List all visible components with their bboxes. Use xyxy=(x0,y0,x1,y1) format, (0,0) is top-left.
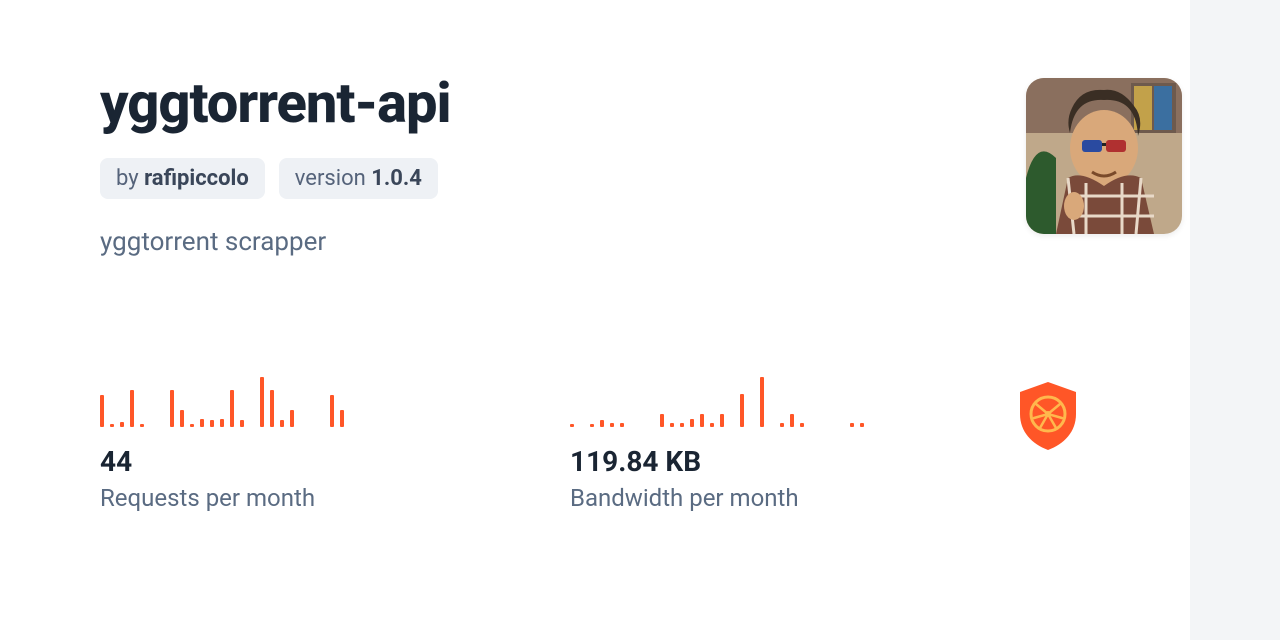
spark-bar xyxy=(210,420,214,427)
spark-bar xyxy=(330,395,334,427)
spark-bar xyxy=(600,420,604,427)
spark-bar xyxy=(670,423,674,427)
spark-bar xyxy=(230,390,234,427)
bandwidth-sparkline xyxy=(570,367,1000,427)
badge-row: by rafipiccolo version 1.0.4 xyxy=(100,158,1090,199)
package-title: yggtorrent-api xyxy=(100,70,1090,136)
spark-bar xyxy=(740,394,744,427)
spark-bar xyxy=(240,420,244,427)
spark-bar xyxy=(610,423,614,427)
spark-bar xyxy=(720,414,724,427)
spark-bar xyxy=(340,410,344,427)
spark-bar xyxy=(130,390,134,427)
spark-bar xyxy=(260,377,264,427)
stat-requests: 44 Requests per month xyxy=(100,367,530,512)
spark-bar xyxy=(200,419,204,427)
spark-bar xyxy=(270,390,274,427)
spark-bar xyxy=(100,395,104,427)
version-number: 1.0.4 xyxy=(371,166,422,191)
author-badge[interactable]: by rafipiccolo xyxy=(100,158,265,199)
spark-bar xyxy=(280,420,284,427)
spark-bar xyxy=(710,423,714,427)
spark-bar xyxy=(590,424,594,427)
spark-bar xyxy=(760,377,764,427)
requests-label: Requests per month xyxy=(100,484,530,512)
shield-icon xyxy=(1016,380,1080,452)
spark-bar xyxy=(780,423,784,427)
spark-bar xyxy=(690,419,694,427)
bandwidth-value: 119.84 KB xyxy=(570,445,1000,478)
author-name: rafipiccolo xyxy=(144,166,249,191)
requests-value: 44 xyxy=(100,445,530,478)
version-prefix: version xyxy=(295,166,372,191)
spark-bar xyxy=(110,424,114,427)
spark-bar xyxy=(140,424,144,427)
requests-sparkline xyxy=(100,367,530,427)
version-badge[interactable]: version 1.0.4 xyxy=(279,158,438,199)
spark-bar xyxy=(800,423,804,427)
package-card: yggtorrent-api by rafipiccolo version 1.… xyxy=(0,0,1190,512)
spark-bar xyxy=(180,410,184,427)
spark-bar xyxy=(190,424,194,427)
package-description: yggtorrent scrapper xyxy=(100,227,1090,257)
spark-bar xyxy=(290,410,294,427)
author-prefix: by xyxy=(116,166,144,191)
spark-bar xyxy=(570,424,574,427)
spark-bar xyxy=(120,422,124,427)
spark-bar xyxy=(850,423,854,427)
spark-bar xyxy=(790,414,794,427)
avatar[interactable] xyxy=(1026,78,1182,234)
bandwidth-label: Bandwidth per month xyxy=(570,484,1000,512)
spark-bar xyxy=(620,423,624,427)
spark-bar xyxy=(660,414,664,427)
spark-bar xyxy=(680,423,684,427)
spark-bar xyxy=(170,390,174,427)
spark-bar xyxy=(700,414,704,427)
avatar-image xyxy=(1026,78,1182,234)
spark-bar xyxy=(220,419,224,427)
stats-row: 44 Requests per month 119.84 KB Bandwidt… xyxy=(100,367,1090,512)
right-rail xyxy=(1190,0,1280,640)
stat-bandwidth: 119.84 KB Bandwidth per month xyxy=(570,367,1000,512)
spark-bar xyxy=(860,423,864,427)
